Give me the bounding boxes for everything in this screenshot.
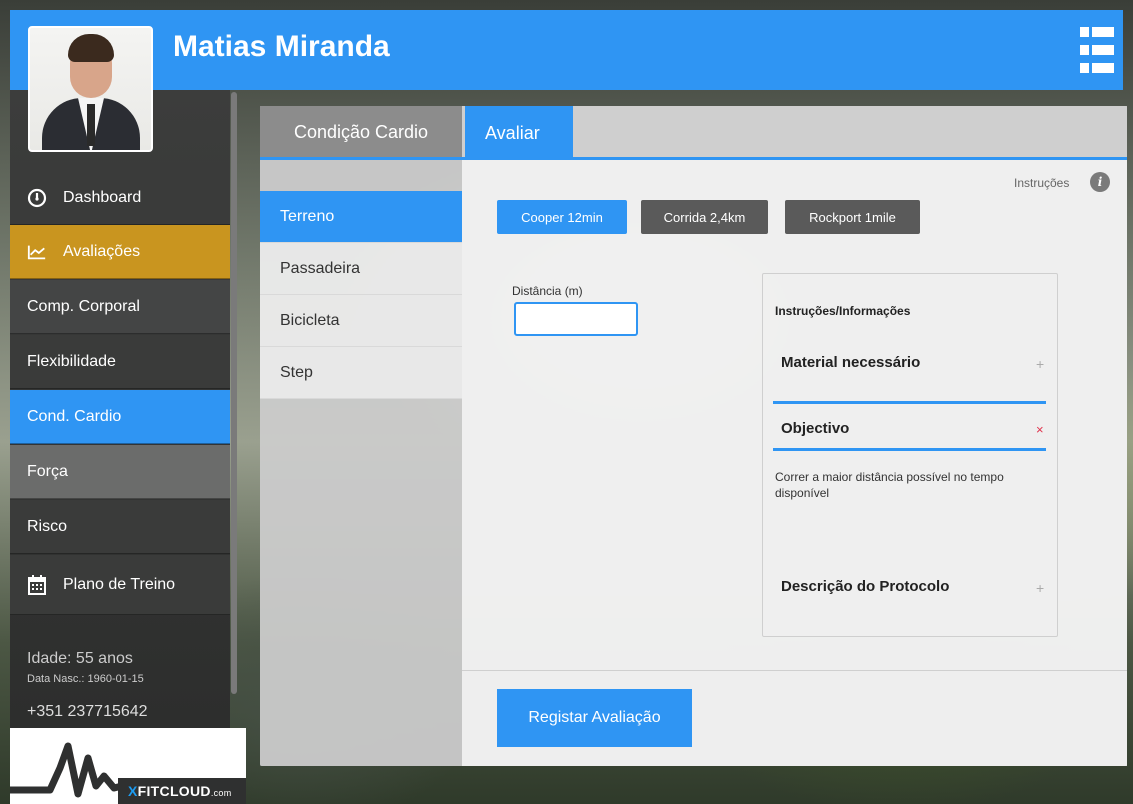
gauge-icon <box>27 188 47 208</box>
test-button-cooper[interactable]: Cooper 12min <box>497 200 627 234</box>
avatar <box>28 26 153 152</box>
sidebar-item-plano-de-treino[interactable]: Plano de Treino <box>10 555 230 615</box>
sidebar-item-label: Comp. Corporal <box>27 297 140 315</box>
sidebar-item-label: Avaliações <box>63 242 141 260</box>
subnav-item-bicicleta[interactable]: Bicicleta <box>260 295 462 347</box>
sidebar-item-label: Dashboard <box>63 188 142 206</box>
user-phone: +351 237715642 <box>27 703 148 720</box>
accordion-descricao-title[interactable]: Descrição do Protocolo <box>781 578 949 595</box>
user-name: Matias Miranda <box>173 30 390 63</box>
sidebar-item-flexibilidade[interactable]: Flexibilidade <box>10 335 230 389</box>
info-box-title: Instruções/Informações <box>775 304 911 318</box>
calendar-icon <box>27 574 47 595</box>
distance-label: Distância (m) <box>512 284 583 298</box>
register-button[interactable]: Registar Avaliação <box>497 689 692 747</box>
close-icon[interactable]: × <box>1036 422 1044 437</box>
chart-line-icon <box>27 242 47 262</box>
instructions-link[interactable]: Instruções <box>1014 176 1069 190</box>
sidebar-item-forca[interactable]: Força <box>10 445 230 499</box>
sidebar-item-comp-corporal[interactable]: Comp. Corporal <box>10 280 230 334</box>
user-dob: Data Nasc.: 1960-01-15 <box>27 673 144 685</box>
accordion-divider <box>773 448 1046 451</box>
user-age: Idade: 55 anos <box>27 650 133 667</box>
tab-avaliar[interactable]: Avaliar <box>465 106 573 160</box>
accordion-objectivo-text: Correr a maior distância possível no tem… <box>775 470 1004 500</box>
sidebar-item-cond-cardio[interactable]: Cond. Cardio <box>10 390 230 444</box>
test-button-rockport[interactable]: Rockport 1mile <box>785 200 920 234</box>
sidebar-item-avaliacoes[interactable]: Avaliações <box>10 225 230 279</box>
sidebar-item-dashboard[interactable]: Dashboard <box>10 171 230 225</box>
info-icon[interactable]: i <box>1090 172 1110 192</box>
subnav-item-step[interactable]: Step <box>260 347 462 399</box>
distance-input[interactable] <box>514 302 638 336</box>
expand-icon[interactable]: + <box>1036 356 1044 372</box>
xfitcloud-logo: XFITCLOUD.com <box>10 728 246 804</box>
sidebar-scrollbar[interactable] <box>231 92 237 694</box>
sidebar-item-risco[interactable]: Risco <box>10 500 230 554</box>
list-menu-icon[interactable] <box>1080 27 1114 73</box>
sidebar-item-label: Flexibilidade <box>27 352 116 370</box>
accordion-divider <box>773 401 1046 404</box>
test-button-corrida[interactable]: Corrida 2,4km <box>641 200 768 234</box>
accordion-material-title[interactable]: Material necessário <box>781 354 920 371</box>
sidebar-item-label: Risco <box>27 517 68 535</box>
sidebar-item-label: Plano de Treino <box>63 575 176 593</box>
sidebar-item-label: Força <box>27 462 68 480</box>
subnav-item-passadeira[interactable]: Passadeira <box>260 243 462 295</box>
tab-condicao-cardio[interactable]: Condição Cardio <box>260 106 462 158</box>
sidebar-item-label: Cond. Cardio <box>27 407 122 425</box>
expand-icon[interactable]: + <box>1036 580 1044 596</box>
accordion-objectivo-title[interactable]: Objectivo <box>781 420 849 437</box>
subnav-item-terreno[interactable]: Terreno <box>260 191 462 243</box>
